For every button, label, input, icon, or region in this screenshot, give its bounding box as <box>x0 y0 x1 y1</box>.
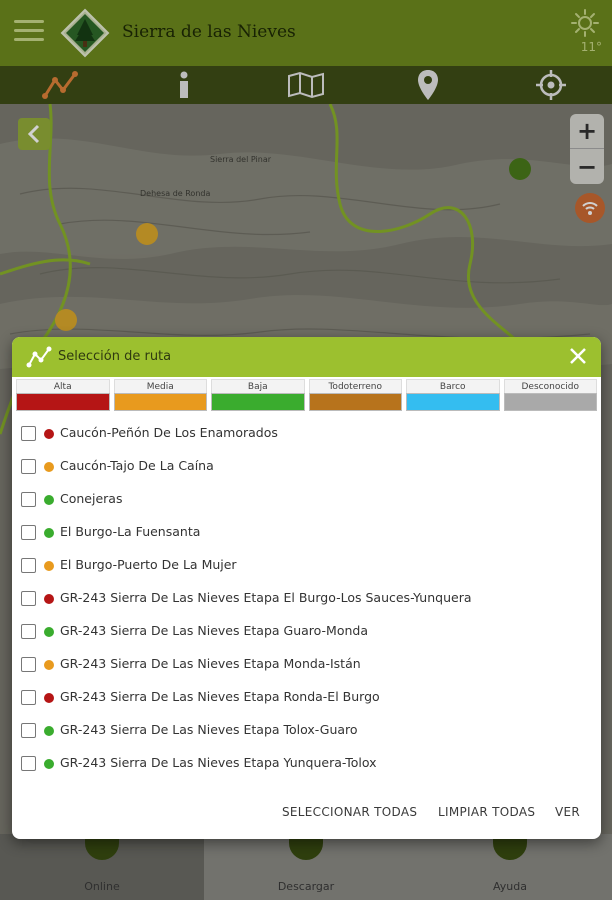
legend-item: Todoterreno <box>308 379 402 413</box>
legend-color-swatch <box>113 393 207 411</box>
route-checkbox[interactable] <box>21 558 36 573</box>
difficulty-legend: Alta Media Baja Todoterreno Barco Desconocido <box>14 379 599 413</box>
legend-label: Todoterreno <box>308 379 402 393</box>
legend-item: Desconocido <box>503 379 597 413</box>
clear-all-button[interactable]: LIMPIAR TODAS <box>438 805 535 819</box>
route-name: El Burgo-Puerto De La Mujer <box>60 557 237 572</box>
route-name: Caucón-Peñón De Los Enamorados <box>60 425 278 440</box>
difficulty-dot-icon <box>44 660 54 670</box>
route-row[interactable]: Caucón-Tajo De La Caína <box>12 450 601 483</box>
legend-item: Barco <box>406 379 500 413</box>
difficulty-dot-icon <box>44 594 54 604</box>
legend-item: Baja <box>211 379 305 413</box>
route-checkbox[interactable] <box>21 624 36 639</box>
route-icon <box>26 346 52 372</box>
route-name: GR-243 Sierra De Las Nieves Etapa Tolox-… <box>60 722 358 737</box>
route-row[interactable]: GR-243 Sierra De Las Nieves Etapa Monda-… <box>12 648 601 681</box>
difficulty-dot-icon <box>44 693 54 703</box>
route-checkbox[interactable] <box>21 591 36 606</box>
route-row[interactable]: El Burgo-Puerto De La Mujer <box>12 549 601 582</box>
difficulty-dot-icon <box>44 462 54 472</box>
route-checkbox[interactable] <box>21 492 36 507</box>
legend-label: Alta <box>16 379 110 393</box>
legend-label: Desconocido <box>503 379 597 393</box>
dialog-header: Selección de ruta <box>12 337 601 377</box>
route-row[interactable]: GR-243 Sierra De Las Nieves Etapa Tolox-… <box>12 714 601 747</box>
legend-label: Baja <box>211 379 305 393</box>
difficulty-dot-icon <box>44 495 54 505</box>
difficulty-dot-icon <box>44 627 54 637</box>
route-checkbox[interactable] <box>21 426 36 441</box>
view-button[interactable]: VER <box>555 805 580 819</box>
difficulty-dot-icon <box>44 429 54 439</box>
route-row[interactable]: El Burgo-La Fuensanta <box>12 516 601 549</box>
route-selection-dialog: Selección de ruta Alta Media Baja Todoterre… <box>12 337 601 839</box>
legend-color-swatch <box>16 393 110 411</box>
difficulty-dot-icon <box>44 528 54 538</box>
route-name: Caucón-Tajo De La Caína <box>60 458 214 473</box>
route-row[interactable]: Caucón-Peñón De Los Enamorados <box>12 417 601 450</box>
legend-color-swatch <box>211 393 305 411</box>
route-name: GR-243 Sierra De Las Nieves Etapa El Bur… <box>60 590 472 605</box>
dialog-actions: SELECCIONAR TODAS LIMPIAR TODAS VER <box>12 801 601 825</box>
legend-color-swatch <box>406 393 500 411</box>
route-checkbox[interactable] <box>21 525 36 540</box>
route-row[interactable]: GR-243 Sierra De Las Nieves Etapa Ronda-… <box>12 681 601 714</box>
route-name: Conejeras <box>60 491 123 506</box>
route-checkbox[interactable] <box>21 756 36 771</box>
route-name: GR-243 Sierra De Las Nieves Etapa Guaro-… <box>60 623 368 638</box>
route-name: GR-243 Sierra De Las Nieves Etapa Ronda-… <box>60 689 380 704</box>
route-row[interactable]: GR-243 Sierra De Las Nieves Etapa Yunque… <box>12 747 601 780</box>
legend-label: Media <box>113 379 207 393</box>
difficulty-dot-icon <box>44 759 54 769</box>
route-row[interactable]: Conejeras <box>12 483 601 516</box>
legend-label: Barco <box>406 379 500 393</box>
difficulty-dot-icon <box>44 561 54 571</box>
close-icon[interactable] <box>567 345 589 367</box>
route-list: Caucón-Peñón De Los Enamorados Caucón-Taj… <box>12 417 601 780</box>
route-name: GR-243 Sierra De Las Nieves Etapa Monda-… <box>60 656 361 671</box>
route-checkbox[interactable] <box>21 723 36 738</box>
route-name: GR-243 Sierra De Las Nieves Etapa Yunque… <box>60 755 377 770</box>
route-checkbox[interactable] <box>21 690 36 705</box>
legend-color-swatch <box>503 393 597 411</box>
route-name: El Burgo-La Fuensanta <box>60 524 201 539</box>
difficulty-dot-icon <box>44 726 54 736</box>
route-checkbox[interactable] <box>21 459 36 474</box>
route-row[interactable]: GR-243 Sierra De Las Nieves Etapa Guaro-… <box>12 615 601 648</box>
legend-color-swatch <box>308 393 402 411</box>
route-checkbox[interactable] <box>21 657 36 672</box>
legend-item: Media <box>113 379 207 413</box>
route-row[interactable]: GR-243 Sierra De Las Nieves Etapa El Bur… <box>12 582 601 615</box>
legend-item: Alta <box>16 379 110 413</box>
dialog-title: Selección de ruta <box>58 349 172 364</box>
select-all-button[interactable]: SELECCIONAR TODAS <box>282 805 417 819</box>
